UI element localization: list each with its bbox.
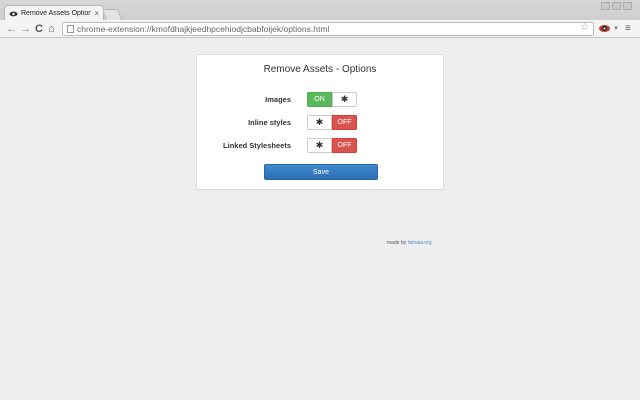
new-tab-button[interactable] bbox=[101, 9, 123, 20]
chevron-down-icon[interactable]: ▼ bbox=[613, 26, 619, 32]
inline-styles-off-button[interactable]: OFF bbox=[332, 115, 357, 130]
save-button[interactable]: Save bbox=[264, 164, 378, 180]
gear-icon: ✱ bbox=[315, 117, 324, 127]
inline-styles-toggle: ✱ OFF bbox=[307, 115, 357, 130]
inline-styles-label: Inline styles bbox=[248, 118, 291, 127]
options-panel: Remove Assets - Options Images ON ✱ Inli… bbox=[196, 54, 444, 190]
browser-toolbar: ← → C ⌂ chrome-extension://kmofdhajkjeed… bbox=[0, 20, 640, 38]
eye-icon bbox=[9, 11, 18, 16]
linked-stylesheets-toggle: ✱ OFF bbox=[307, 138, 357, 153]
page-title: Remove Assets - Options bbox=[263, 64, 377, 75]
back-icon[interactable]: ← bbox=[6, 22, 17, 36]
title-bar: Remove Assets Options × bbox=[0, 0, 640, 21]
maximize-button[interactable] bbox=[612, 2, 621, 10]
forward-icon[interactable]: → bbox=[20, 22, 31, 36]
menu-icon[interactable]: ≡ bbox=[625, 23, 631, 35]
inline-styles-settings-button[interactable]: ✱ bbox=[307, 115, 332, 130]
images-settings-button[interactable]: ✱ bbox=[332, 92, 357, 107]
tab-close-icon[interactable]: × bbox=[94, 9, 99, 18]
linked-stylesheets-off-button[interactable]: OFF bbox=[332, 138, 357, 153]
footer-prefix: made by bbox=[387, 240, 407, 246]
footer-link[interactable]: lisinaia.org bbox=[408, 240, 432, 246]
linked-stylesheets-settings-button[interactable]: ✱ bbox=[307, 138, 332, 153]
url-text: chrome-extension://kmofdhajkjeedhpcehiod… bbox=[77, 24, 330, 34]
minimize-button[interactable] bbox=[601, 2, 610, 10]
close-window-button[interactable] bbox=[623, 2, 632, 10]
address-bar[interactable]: chrome-extension://kmofdhajkjeedhpcehiod… bbox=[62, 22, 594, 36]
gear-icon: ✱ bbox=[315, 140, 324, 150]
images-on-button[interactable]: ON bbox=[307, 92, 332, 107]
page-icon bbox=[67, 25, 74, 33]
extension-eye-icon[interactable] bbox=[599, 25, 610, 32]
browser-tab[interactable]: Remove Assets Options × bbox=[4, 5, 104, 21]
tab-title: Remove Assets Options bbox=[21, 10, 92, 17]
footer: made by lisinaia.org bbox=[387, 240, 431, 246]
images-label: Images bbox=[265, 95, 291, 104]
images-toggle: ON ✱ bbox=[307, 92, 357, 107]
linked-stylesheets-label: Linked Stylesheets bbox=[223, 141, 291, 150]
gear-icon: ✱ bbox=[340, 94, 349, 104]
home-icon[interactable]: ⌂ bbox=[48, 22, 55, 36]
reload-icon[interactable]: C bbox=[35, 22, 43, 36]
bookmark-star-icon[interactable]: ☆ bbox=[580, 22, 589, 34]
